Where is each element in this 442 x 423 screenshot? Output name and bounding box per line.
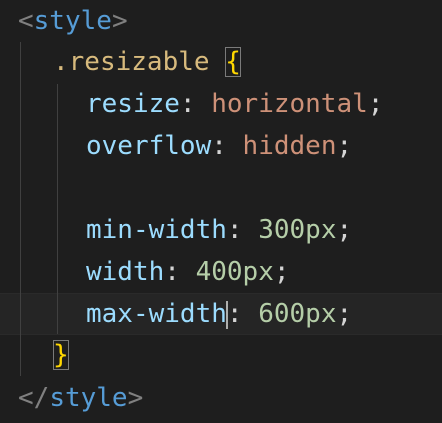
css-value: 400px (195, 257, 274, 287)
open-brace: { (225, 47, 241, 77)
indent-guide (57, 84, 58, 334)
code-line-declaration[interactable]: min-width: 300px; (86, 209, 352, 251)
tag-open-bracket: </ (18, 383, 50, 413)
code-line-declaration-current[interactable]: max-width: 600px; (86, 293, 352, 335)
css-selector: .resizable (53, 47, 210, 77)
semicolon: ; (336, 299, 353, 329)
colon: : (164, 257, 180, 287)
code-line-style-close[interactable]: </style> (18, 377, 143, 419)
colon: : (211, 131, 227, 161)
css-property: width (86, 257, 165, 287)
close-brace: } (53, 340, 69, 370)
style-tag-name: style (33, 6, 112, 36)
semicolon: ; (336, 131, 353, 161)
semicolon: ; (336, 215, 353, 245)
code-line-style-open[interactable]: <style> (18, 0, 128, 42)
code-line-declaration[interactable]: overflow: hidden; (86, 125, 352, 167)
code-line-declaration[interactable]: width: 400px; (86, 251, 290, 293)
colon: : (179, 89, 196, 119)
css-property: resize (86, 89, 180, 119)
colon: : (226, 215, 243, 245)
css-property: overflow (86, 131, 212, 161)
tag-close-bracket: > (127, 383, 144, 413)
semicolon: ; (367, 89, 384, 119)
css-value: 300px (258, 215, 337, 245)
semicolon: ; (273, 257, 290, 287)
tag-open-bracket: < (18, 6, 34, 36)
style-tag-name: style (49, 383, 128, 413)
colon: : (226, 299, 243, 329)
css-value: 600px (258, 299, 337, 329)
css-property: min-width (86, 215, 227, 245)
css-value: hidden (242, 131, 337, 161)
css-value: horizontal (211, 89, 368, 119)
tag-close-bracket: > (111, 6, 128, 36)
indent-guide (20, 42, 21, 376)
code-line-declaration[interactable]: resize: horizontal; (86, 83, 383, 125)
code-line-selector[interactable]: .resizable { (53, 41, 241, 83)
code-editor[interactable]: <style> .resizable { resize: horizontal;… (0, 0, 442, 423)
css-property: max-width (86, 299, 227, 329)
code-line-close-brace[interactable]: } (53, 334, 69, 376)
